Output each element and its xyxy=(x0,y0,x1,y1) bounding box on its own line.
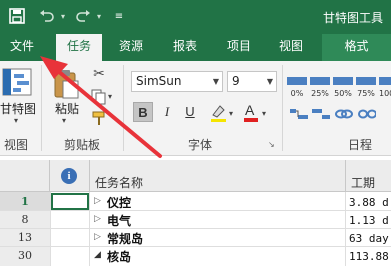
grid-line xyxy=(0,228,391,229)
percent-75-label: 75% xyxy=(357,89,375,98)
task-name-column-header[interactable]: 任务名称 xyxy=(95,174,143,191)
duration-cell[interactable]: 1.13 d xyxy=(349,214,391,227)
bold-button[interactable]: B xyxy=(133,102,153,122)
indent-icon[interactable] xyxy=(312,106,330,120)
underline-button[interactable]: U xyxy=(180,102,200,122)
ribbon: 甘特图 ▾ 视图 粘贴 ▾ ✂ ▾ 剪贴板 SimSun ▼ 9 ▼ B I U… xyxy=(0,61,391,156)
ribbon-tabs: 文件 任务 资源 报表 项目 视图 格式 xyxy=(0,34,391,61)
redo-dropdown-icon[interactable]: ▾ xyxy=(94,6,104,26)
tab-file[interactable]: 文件 xyxy=(0,34,44,61)
tab-format[interactable]: 格式 xyxy=(322,34,391,61)
task-name-cell[interactable]: 常规岛 xyxy=(107,230,143,247)
percent-100-icon[interactable]: 100% xyxy=(379,71,391,98)
percent-0-label: 0% xyxy=(290,89,304,98)
percent-25-icon[interactable]: 25% xyxy=(310,71,330,98)
tab-task[interactable]: 任务 xyxy=(56,34,102,61)
undo-dropdown-icon[interactable]: ▾ xyxy=(58,6,68,26)
font-size-combobox[interactable]: 9 ▼ xyxy=(227,71,277,92)
duration-cell[interactable]: 3.88 d xyxy=(349,196,391,209)
collapse-icon[interactable]: ◢ xyxy=(94,250,101,260)
duration-cell[interactable]: 113.88 xyxy=(349,250,391,263)
font-name-combobox[interactable]: SimSun ▼ xyxy=(131,71,223,92)
gantt-chart-icon[interactable] xyxy=(2,67,32,97)
italic-button[interactable]: I xyxy=(157,102,177,122)
paste-dropdown-icon[interactable]: ▾ xyxy=(62,116,66,125)
undo-icon[interactable] xyxy=(36,6,58,26)
highlight-dropdown-icon[interactable]: ▾ xyxy=(229,109,233,118)
grid-line xyxy=(0,246,391,247)
copy-dropdown-icon[interactable]: ▾ xyxy=(108,92,112,101)
duration-column-header[interactable]: 工期 xyxy=(351,174,375,191)
redo-icon[interactable] xyxy=(72,6,94,26)
column-divider xyxy=(345,160,346,192)
column-divider xyxy=(89,160,90,192)
link-tasks-icon[interactable] xyxy=(335,106,353,120)
schedule-group-label: 日程 xyxy=(348,138,373,152)
view-group-label: 视图 xyxy=(4,138,29,152)
paste-button-label[interactable]: 粘贴 xyxy=(55,100,79,117)
duration-cell[interactable]: 63 day xyxy=(349,232,391,245)
expand-icon[interactable]: ▷ xyxy=(94,196,101,206)
customize-qat-icon[interactable]: ≡ xyxy=(112,6,126,26)
select-all-corner[interactable] xyxy=(0,160,50,192)
tab-view[interactable]: 视图 xyxy=(268,34,314,61)
clipboard-group-label: 剪贴板 xyxy=(64,138,101,152)
unlink-tasks-icon[interactable] xyxy=(358,106,377,120)
row-number[interactable]: 8 xyxy=(0,213,50,226)
outdent-icon[interactable] xyxy=(290,106,308,120)
font-size-value: 9 xyxy=(232,74,240,88)
row-number[interactable]: 1 xyxy=(0,195,50,208)
copy-icon[interactable] xyxy=(91,89,107,105)
percent-50-label: 50% xyxy=(334,89,352,98)
highlight-color-icon[interactable] xyxy=(209,103,229,123)
grid-line xyxy=(0,210,391,211)
expand-icon[interactable]: ▷ xyxy=(94,214,101,224)
font-group-label: 字体 xyxy=(188,138,213,152)
font-color-icon[interactable]: A xyxy=(242,101,260,123)
grid-line xyxy=(89,192,90,266)
font-color-dropdown-icon[interactable]: ▾ xyxy=(262,109,266,118)
format-painter-icon[interactable] xyxy=(91,110,107,126)
row-number[interactable]: 13 xyxy=(0,231,50,244)
active-cell[interactable] xyxy=(51,193,89,210)
font-name-value: SimSun xyxy=(136,74,182,88)
chevron-down-icon[interactable]: ▼ xyxy=(213,72,219,91)
task-name-cell[interactable]: 仪控 xyxy=(107,194,131,211)
tab-resource[interactable]: 资源 xyxy=(108,34,154,61)
dialog-launcher-icon[interactable]: ↘ xyxy=(268,140,278,150)
percent-75-icon[interactable]: 75% xyxy=(356,71,376,98)
group-separator xyxy=(41,65,42,151)
tab-report[interactable]: 报表 xyxy=(162,34,208,61)
percent-0-icon[interactable]: 0% xyxy=(287,71,307,98)
window-title: 甘特图工具 xyxy=(322,11,383,25)
group-separator xyxy=(123,65,124,151)
gantt-dropdown-icon[interactable]: ▾ xyxy=(14,116,18,125)
percent-25-label: 25% xyxy=(311,89,329,98)
paste-icon[interactable] xyxy=(52,69,80,99)
percent-50-icon[interactable]: 50% xyxy=(333,71,353,98)
gantt-chart-button-label[interactable]: 甘特图 xyxy=(0,100,36,117)
column-header-row: i 任务名称 工期 xyxy=(0,160,391,192)
grid-line xyxy=(345,192,346,266)
save-icon[interactable] xyxy=(6,6,28,26)
expand-icon[interactable]: ▷ xyxy=(94,232,101,242)
info-icon[interactable]: i xyxy=(61,168,77,184)
task-name-cell[interactable]: 电气 xyxy=(107,212,131,229)
cut-icon[interactable]: ✂ xyxy=(91,66,107,82)
chevron-down-icon[interactable]: ▼ xyxy=(267,72,273,91)
group-separator xyxy=(282,65,283,151)
title-bar: ▾ ▾ ≡ 甘特图工具 xyxy=(0,0,391,34)
percent-100-label: 100% xyxy=(379,89,391,98)
tab-project[interactable]: 项目 xyxy=(216,34,262,61)
task-name-cell[interactable]: 核岛 xyxy=(107,248,131,265)
svg-text:A: A xyxy=(245,102,255,118)
row-number[interactable]: 30 xyxy=(0,249,50,262)
